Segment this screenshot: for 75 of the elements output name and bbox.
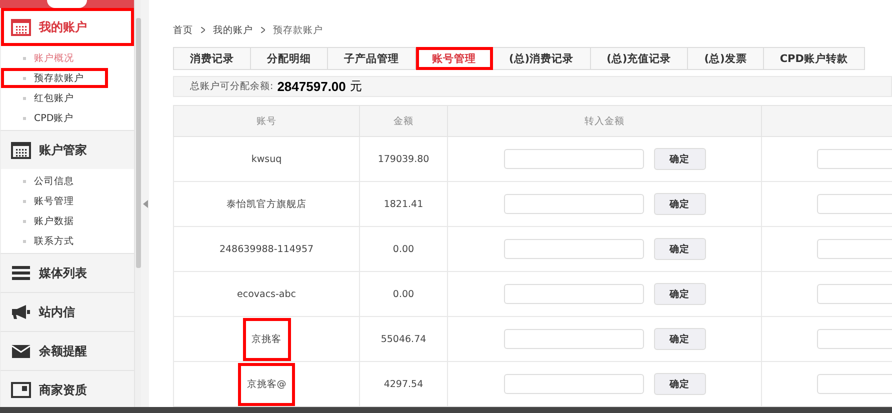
confirm-button[interactable]: 确定 [654,148,706,170]
chevron-icon [261,27,265,34]
amount-cell: 0.00 [360,272,448,316]
account-cell-text: 泰怡凯官方旗舰店 [226,198,308,212]
confirm-button[interactable]: 确定 [654,193,706,215]
breadcrumb-item[interactable]: 我的账户 [213,24,253,37]
tab[interactable]: (总)消费记录 [493,46,591,70]
account-cell: 京挑客@ [240,366,292,402]
sidebar-item[interactable]: 账户数据 [1,211,108,231]
tab[interactable]: 消费记录 [173,46,251,70]
tab[interactable]: (总)发票 [688,46,764,70]
breadcrumb-item: 预存款账户 [273,24,323,37]
tab[interactable]: 分配明细 [251,46,328,70]
input-field[interactable] [817,149,892,169]
input-field[interactable] [817,329,892,349]
group-label: 站内信 [39,304,75,320]
collapse-arrow-icon[interactable] [142,200,148,208]
confirm-button[interactable]: 确定 [654,283,706,305]
confirm-button[interactable]: 确定 [654,373,706,395]
amount-cell: 0.00 [360,226,448,272]
tab[interactable]: CPD账户转款 [764,46,865,70]
sidebar-group-title[interactable]: 我的账户 [1,8,134,46]
sidebar-group-title[interactable]: 商家资质 [1,371,134,407]
input-field[interactable] [817,284,892,304]
megaphone-icon [11,304,31,320]
column-header: 金额 [360,106,448,136]
input-field[interactable] [817,239,892,259]
tab[interactable]: 账号管理 [416,46,493,70]
amount-cell: 1821.41 [360,182,448,226]
envelope-icon [11,344,31,358]
sidebar-group-title[interactable]: 账户管家 [1,131,134,169]
group-label: 账户管家 [39,142,87,158]
calendar-icon [11,18,31,36]
sidebar-item[interactable]: CPD账户 [1,108,108,128]
column-header: 账号 [174,106,360,136]
account-cell-text: kwsuq [250,152,283,166]
amount-cell: 55046.74 [360,316,448,362]
amount-input[interactable] [504,329,644,349]
column-header: 转入金额 [448,106,762,136]
calendar-icon [11,141,31,159]
amount-input[interactable] [504,284,644,304]
account-cell-text: 248639988-114957 [218,242,315,256]
list-icon [11,265,31,281]
group-label: 商家资质 [39,382,87,398]
confirm-button[interactable]: 确定 [654,328,706,350]
sidebar-group-title[interactable]: 站内信 [1,293,134,331]
input-field[interactable] [817,194,892,214]
amount-input[interactable] [504,239,644,259]
amount-input[interactable] [504,149,644,169]
chevron-icon [201,27,205,34]
group-label: 余额提醒 [39,342,87,360]
sidebar-item[interactable]: 红包账户 [1,88,108,108]
group-label: 媒体列表 [39,264,87,282]
group-label: 我的账户 [39,18,87,36]
amount-input[interactable] [504,374,644,394]
account-cell-text: ecovacs-abc [236,288,297,302]
balance-label: 总账户可分配余额: [190,80,274,94]
sidebar-item[interactable]: 公司信息 [1,171,108,191]
sidebar-item[interactable]: 预存款账户 [1,68,108,88]
sidebar-group-title[interactable]: 媒体列表 [1,254,134,292]
account-cell: 京挑客 [246,320,288,358]
amount-input[interactable] [504,194,644,214]
balance-amount: 2847597.00 [277,79,346,94]
sidebar-item[interactable]: 联系方式 [1,231,108,251]
tab[interactable]: (总)充值记录 [590,46,688,70]
sidebar-group-title[interactable]: 余额提醒 [1,332,134,370]
breadcrumb-item[interactable]: 首页 [173,24,193,37]
sidebar-item[interactable]: 账号管理 [1,191,108,211]
tab[interactable]: 子产品管理 [328,46,416,70]
input-field[interactable] [817,374,892,394]
amount-cell: 179039.80 [360,136,448,182]
confirm-button[interactable]: 确定 [654,238,706,260]
scrollbar-thumb[interactable] [136,18,140,268]
id-card-icon [11,382,31,398]
currency-unit: 元 [350,78,362,96]
